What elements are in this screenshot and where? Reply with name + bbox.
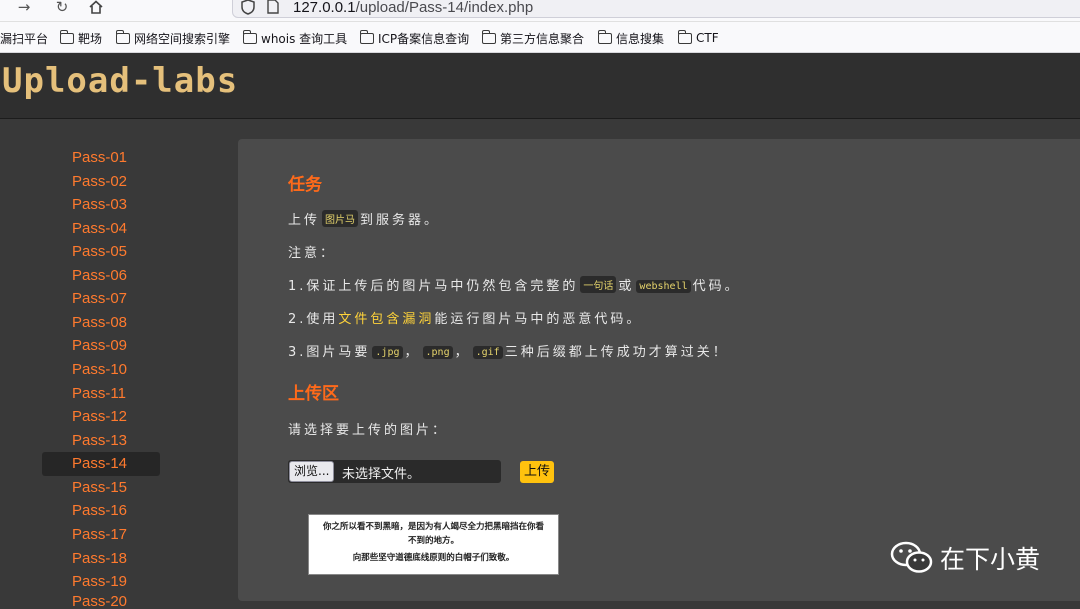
sidebar-item-pass-13[interactable]: Pass-13 bbox=[42, 429, 160, 453]
bookmark-item[interactable]: 靶场 bbox=[59, 29, 102, 46]
watermark: 在下小黄 bbox=[890, 540, 1040, 576]
browser-toolbar: → ↻ 127.0.0.1/upload/Pass-14/index.php bbox=[0, 0, 1080, 22]
upload-button[interactable]: 上传 bbox=[520, 461, 555, 483]
sidebar-item-pass-10[interactable]: Pass-10 bbox=[42, 358, 160, 382]
sidebar-item-pass-09[interactable]: Pass-09 bbox=[42, 334, 160, 358]
sidebar-item-pass-03[interactable]: Pass-03 bbox=[42, 193, 160, 217]
sidebar-item-pass-12[interactable]: Pass-12 bbox=[42, 405, 160, 429]
sidebar-item-pass-08[interactable]: Pass-08 bbox=[42, 311, 160, 335]
quote-line-2: 不到的地方。 bbox=[407, 536, 459, 546]
folder-icon bbox=[481, 29, 496, 44]
forward-icon[interactable]: → bbox=[14, 0, 34, 16]
sidebar-item-pass-17[interactable]: Pass-17 bbox=[42, 523, 160, 547]
home-icon[interactable] bbox=[86, 0, 106, 16]
sidebar: Pass-01 Pass-02 Pass-03 Pass-04 Pass-05 … bbox=[0, 120, 232, 609]
quote-line-3: 向那些坚守道德底线原则的白帽子们致敬。 bbox=[352, 553, 515, 563]
site-logo[interactable]: Upload-labs bbox=[2, 61, 238, 101]
sidebar-item-pass-04[interactable]: Pass-04 bbox=[42, 217, 160, 241]
task-line-2: 1.保证上传后的图片马中仍然包含完整的 一句话或 webshell 代码。 bbox=[288, 275, 741, 294]
browse-button[interactable]: 浏览... bbox=[289, 461, 335, 482]
task-line-4: 3.图片马要 .jpg， .png， .gif 三种后缀都上传成功才算过关！ bbox=[288, 345, 729, 360]
quote-image: 你之所以看不到黑暗，是因为有人竭尽全力把黑暗挡在你看 不到的地方。 向那些坚守道… bbox=[308, 514, 559, 575]
sidebar-item-pass-01[interactable]: Pass-01 bbox=[42, 146, 160, 170]
task-line-3: 2.使用文件包含漏洞能运行图片马中的恶意代码。 bbox=[288, 312, 643, 327]
sidebar-item-pass-14[interactable]: Pass-14 bbox=[42, 452, 160, 476]
bookmarks-bar: 漏扫平台 靶场 网络空间搜索引擎 whois 查询工具 ICP备案信息查询 第三… bbox=[0, 22, 1080, 53]
shield-icon bbox=[241, 0, 255, 15]
reload-icon[interactable]: ↻ bbox=[52, 0, 72, 16]
bookmark-item[interactable]: 信息搜集 bbox=[597, 29, 664, 46]
bookmark-item[interactable]: CTF bbox=[677, 29, 719, 46]
sidebar-item-pass-02[interactable]: Pass-02 bbox=[42, 170, 160, 194]
content-panel: 任务 上传 图片马 到服务器。 注意： 1.保证上传后的图片马中仍然包含完整的 一句话… bbox=[238, 139, 1080, 601]
folder-icon bbox=[59, 29, 74, 44]
watermark-text: 在下小黄 bbox=[940, 545, 1041, 574]
folder-icon bbox=[242, 29, 257, 44]
file-status: 未选择文件。 bbox=[342, 467, 421, 482]
task-heading: 任务 bbox=[288, 175, 322, 195]
bookmark-item[interactable]: 漏扫平台 bbox=[0, 30, 48, 46]
bookmark-item[interactable]: ICP备案信息查询 bbox=[359, 29, 469, 46]
upload-prompt: 请选择要上传的图片： bbox=[288, 423, 449, 438]
sidebar-item-pass-11[interactable]: Pass-11 bbox=[42, 382, 160, 406]
wechat-icon bbox=[890, 541, 933, 573]
task-note-label: 注意： bbox=[288, 246, 337, 261]
task-line-1: 上传 图片马 到服务器。 bbox=[288, 209, 440, 228]
url-bar[interactable]: 127.0.0.1/upload/Pass-14/index.php bbox=[232, 0, 1080, 18]
page-icon bbox=[267, 0, 279, 14]
sidebar-item-pass-18[interactable]: Pass-18 bbox=[42, 547, 160, 571]
file-input[interactable]: 浏览... 未选择文件。 bbox=[288, 460, 501, 483]
upload-heading: 上传区 bbox=[288, 384, 339, 404]
sidebar-item-pass-07[interactable]: Pass-07 bbox=[42, 287, 160, 311]
sidebar-item-pass-05[interactable]: Pass-05 bbox=[42, 240, 160, 264]
sidebar-item-pass-15[interactable]: Pass-15 bbox=[42, 476, 160, 500]
site-header: Upload-labs bbox=[0, 53, 1080, 119]
bookmark-item[interactable]: whois 查询工具 bbox=[242, 29, 347, 46]
folder-icon bbox=[115, 29, 130, 44]
folder-icon bbox=[597, 29, 612, 44]
sidebar-item-pass-20[interactable]: Pass-20 bbox=[42, 594, 160, 609]
sidebar-item-pass-06[interactable]: Pass-06 bbox=[42, 264, 160, 288]
folder-icon bbox=[359, 29, 374, 44]
bookmark-item[interactable]: 第三方信息聚合 bbox=[481, 29, 584, 46]
file-inclusion-link[interactable]: 文件包含漏洞 bbox=[338, 312, 434, 327]
bookmark-item[interactable]: 网络空间搜索引擎 bbox=[115, 29, 230, 46]
folder-icon bbox=[677, 29, 692, 44]
sidebar-item-pass-16[interactable]: Pass-16 bbox=[42, 499, 160, 523]
quote-line-1: 你之所以看不到黑暗，是因为有人竭尽全力把黑暗挡在你看 bbox=[322, 522, 544, 532]
sidebar-item-pass-19[interactable]: Pass-19 bbox=[42, 570, 160, 594]
url-text[interactable]: 127.0.0.1/upload/Pass-14/index.php bbox=[293, 0, 533, 16]
